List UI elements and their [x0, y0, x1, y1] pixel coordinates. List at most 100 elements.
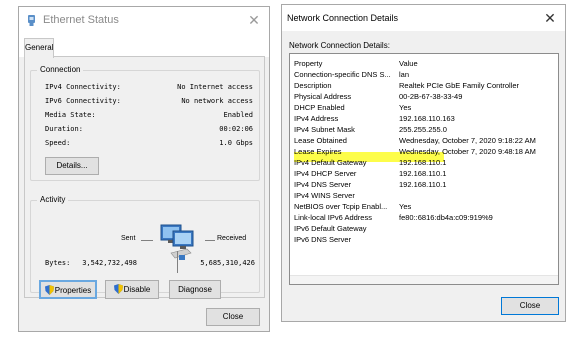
title-bar: Network Connection Details ✕ [282, 5, 565, 31]
bytes-received-value: 5,685,310,426 [200, 259, 255, 267]
row-label: Media State: [45, 111, 96, 119]
list-item[interactable]: Lease Expires Wednesday, October 7, 2020… [290, 147, 558, 157]
duration-row: Duration: 00:02:06 [45, 123, 253, 135]
property-name: IPv6 Default Gateway [294, 224, 367, 233]
property-name: IPv4 DNS Server [294, 180, 352, 189]
speed-row: Speed: 1.0 Gbps [45, 137, 253, 149]
tab-general[interactable]: General [24, 38, 54, 58]
ethernet-icon [28, 15, 35, 26]
list-header: Property Value [290, 59, 558, 69]
property-value: 00-2B-67-38-33-49 [399, 92, 463, 101]
property-value: lan [399, 70, 410, 79]
received-label: Received [217, 235, 247, 242]
property-name: Connection-specific DNS S... [294, 70, 391, 79]
list-item[interactable]: Physical Address 00-2B-67-38-33-49 [290, 92, 558, 102]
bytes-row: Bytes: 3,542,732,498 5,685,310,426 [45, 257, 255, 269]
list-item[interactable]: IPv4 Subnet Mask 255.255.255.0 [290, 125, 558, 135]
property-value: Yes [399, 202, 412, 211]
property-value: Wednesday, October 7, 2020 9:18:22 AM [399, 136, 536, 145]
details-button[interactable]: Details... [45, 157, 99, 175]
property-value: Wednesday, October 7, 2020 9:48:18 AM [399, 147, 536, 156]
property-value: 255.255.255.0 [399, 125, 447, 134]
property-value: Realtek PCIe GbE Family Controller [399, 81, 520, 90]
details-heading: Network Connection Details: [289, 41, 390, 50]
list-item[interactable]: IPv6 Default Gateway [290, 224, 558, 234]
list-item[interactable]: IPv4 DHCP Server 192.168.110.1 [290, 169, 558, 179]
property-name: IPv4 Default Gateway [294, 158, 367, 167]
close-button[interactable]: Close [501, 297, 559, 315]
title-bar: Ethernet Status ✕ [19, 7, 269, 34]
row-label: IPv6 Connectivity: [45, 97, 121, 105]
list-item[interactable]: IPv4 WINS Server [290, 191, 558, 201]
property-name: IPv4 DHCP Server [294, 169, 357, 178]
property-value: 192.168.110.1 [399, 158, 447, 167]
list-item[interactable]: Description Realtek PCIe GbE Family Cont… [290, 81, 558, 91]
property-name: Lease Expires [294, 147, 342, 156]
row-label: Speed: [45, 139, 71, 147]
window-title: Ethernet Status [43, 14, 119, 26]
diagnose-button[interactable]: Diagnose [169, 280, 221, 299]
row-value: 1.0 Gbps [219, 139, 253, 147]
property-name: Link-local IPv6 Address [294, 213, 372, 222]
property-value: fe80::6816:db4a:c09:919%9 [399, 213, 493, 222]
horizontal-scrollbar[interactable] [290, 275, 558, 284]
close-icon[interactable]: ✕ [245, 11, 263, 29]
list-item[interactable]: IPv4 DNS Server 192.168.110.1 [290, 180, 558, 190]
property-name: IPv6 DNS Server [294, 235, 352, 244]
ethernet-status-window: Ethernet Status ✕ General Connection IPv… [18, 6, 270, 332]
disable-button[interactable]: Disable [105, 280, 159, 299]
property-name: IPv4 Subnet Mask [294, 125, 355, 134]
column-header-value[interactable]: Value [399, 59, 418, 69]
activity-group-title: Activity [37, 195, 69, 204]
bytes-sent-value: 3,542,732,498 [82, 259, 137, 267]
property-name: DHCP Enabled [294, 103, 345, 112]
property-name: Physical Address [294, 92, 352, 101]
general-panel: Connection IPv4 Connectivity: No Interne… [24, 56, 265, 299]
list-item[interactable]: NetBIOS over Tcpip Enabl... Yes [290, 202, 558, 212]
property-name: IPv4 Address [294, 114, 339, 123]
list-item[interactable]: Link-local IPv6 Address fe80::6816:db4a:… [290, 213, 558, 223]
window-title: Network Connection Details [287, 13, 399, 23]
shield-icon [44, 285, 54, 295]
sent-label: Sent [121, 235, 136, 242]
row-value: 00:02:06 [219, 125, 253, 133]
close-button[interactable]: Close [206, 308, 260, 326]
property-name: NetBIOS over Tcpip Enabl... [294, 202, 388, 211]
property-value: Yes [399, 103, 412, 112]
property-name: IPv4 WINS Server [294, 191, 355, 200]
bytes-label: Bytes: [45, 259, 71, 267]
list-item[interactable]: IPv6 DNS Server [290, 235, 558, 245]
property-value: 192.168.110.1 [399, 180, 447, 189]
row-label: IPv4 Connectivity: [45, 83, 121, 91]
shield-icon [113, 284, 123, 294]
row-value: Enabled [223, 111, 253, 119]
connection-group: Connection IPv4 Connectivity: No Interne… [30, 65, 260, 181]
connection-group-title: Connection [37, 65, 84, 74]
close-icon[interactable]: ✕ [541, 9, 559, 27]
disable-label: Disable [123, 285, 151, 294]
ipv6-connectivity-row: IPv6 Connectivity: No network access [45, 95, 253, 107]
property-name: Description [294, 81, 332, 90]
network-connection-details-window: Network Connection Details ✕ Network Con… [281, 4, 566, 322]
row-label: Duration: [45, 125, 83, 133]
properties-label: Properties [54, 286, 92, 295]
row-value: No network access [181, 97, 253, 105]
activity-group: Activity Sent Received Bytes: 3,542,732,… [30, 195, 260, 299]
list-item[interactable]: Connection-specific DNS S... lan [290, 70, 558, 80]
list-item[interactable]: IPv4 Address 192.168.110.163 [290, 114, 558, 124]
property-name: Lease Obtained [294, 136, 347, 145]
details-list-view[interactable]: Property Value Connection-specific DNS S… [289, 53, 559, 285]
property-value: 192.168.110.163 [399, 114, 455, 123]
list-item[interactable]: DHCP Enabled Yes [290, 103, 558, 113]
properties-button[interactable]: Properties [39, 280, 97, 299]
row-value: No Internet access [177, 83, 253, 91]
sent-line [141, 240, 153, 241]
received-line [205, 240, 215, 241]
list-item[interactable]: IPv4 Default Gateway 192.168.110.1 [290, 158, 558, 168]
tab-strip: General [19, 34, 269, 58]
media-state-row: Media State: Enabled [45, 109, 253, 121]
property-value: 192.168.110.1 [399, 169, 447, 178]
ipv4-connectivity-row: IPv4 Connectivity: No Internet access [45, 81, 253, 93]
list-item[interactable]: Lease Obtained Wednesday, October 7, 202… [290, 136, 558, 146]
column-header-property[interactable]: Property [294, 59, 322, 69]
